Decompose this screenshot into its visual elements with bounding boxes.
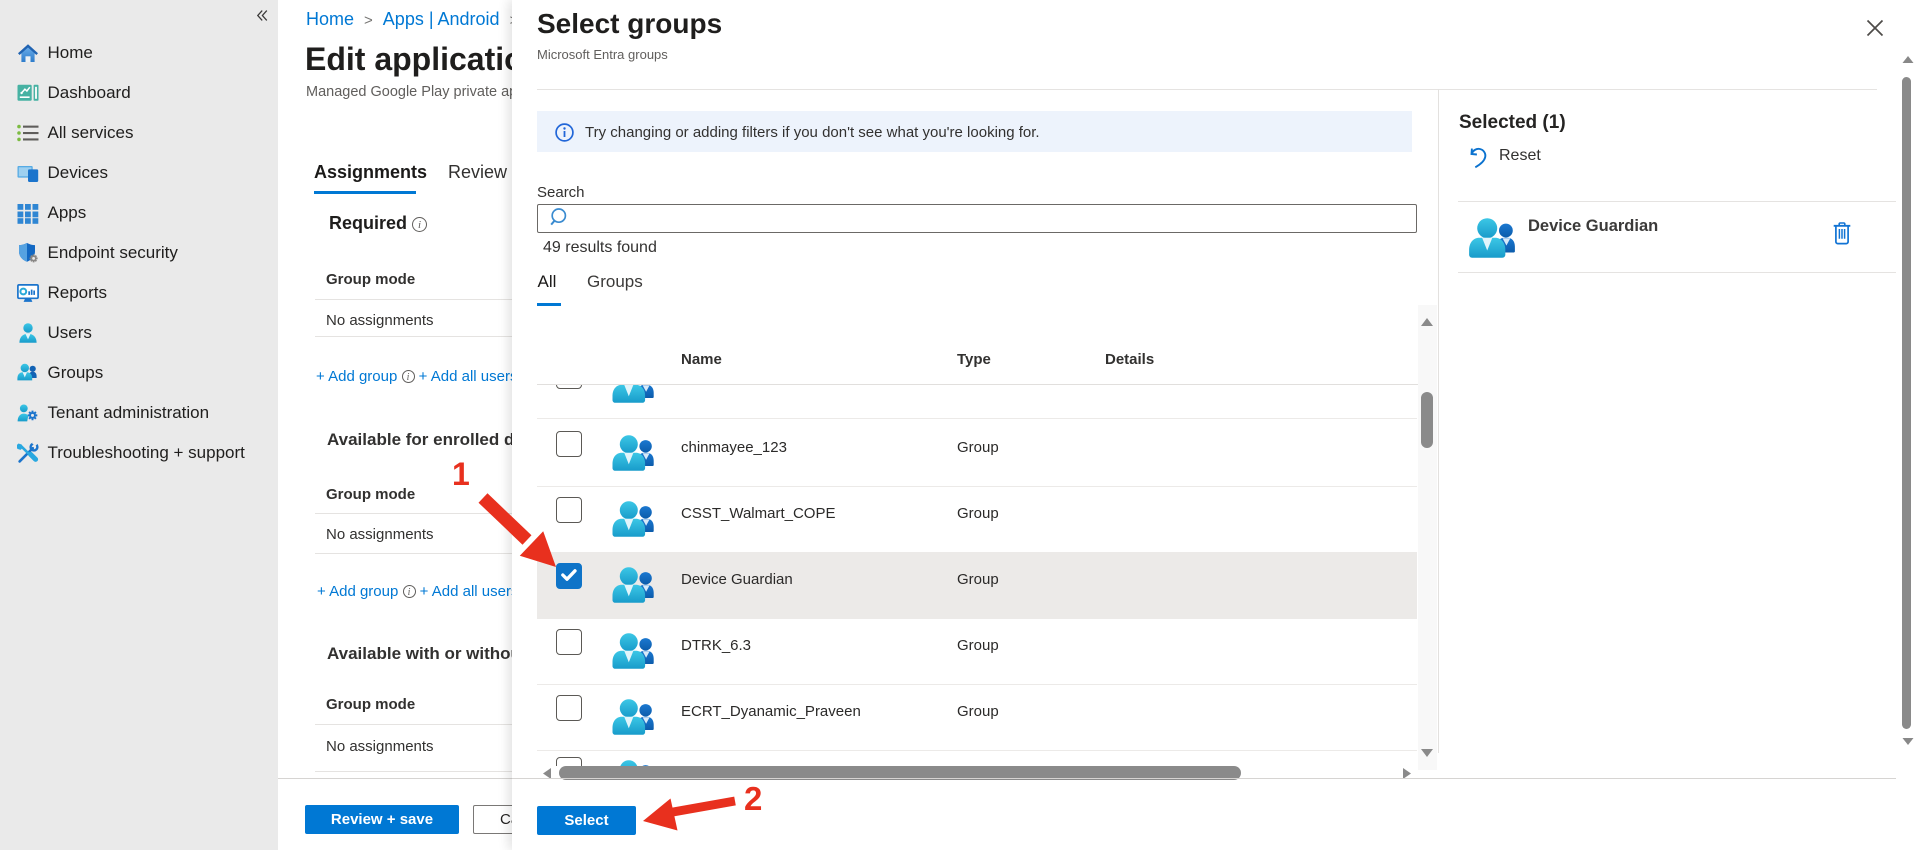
svg-text:2: 2 <box>744 780 762 817</box>
svg-text:1: 1 <box>452 456 470 492</box>
